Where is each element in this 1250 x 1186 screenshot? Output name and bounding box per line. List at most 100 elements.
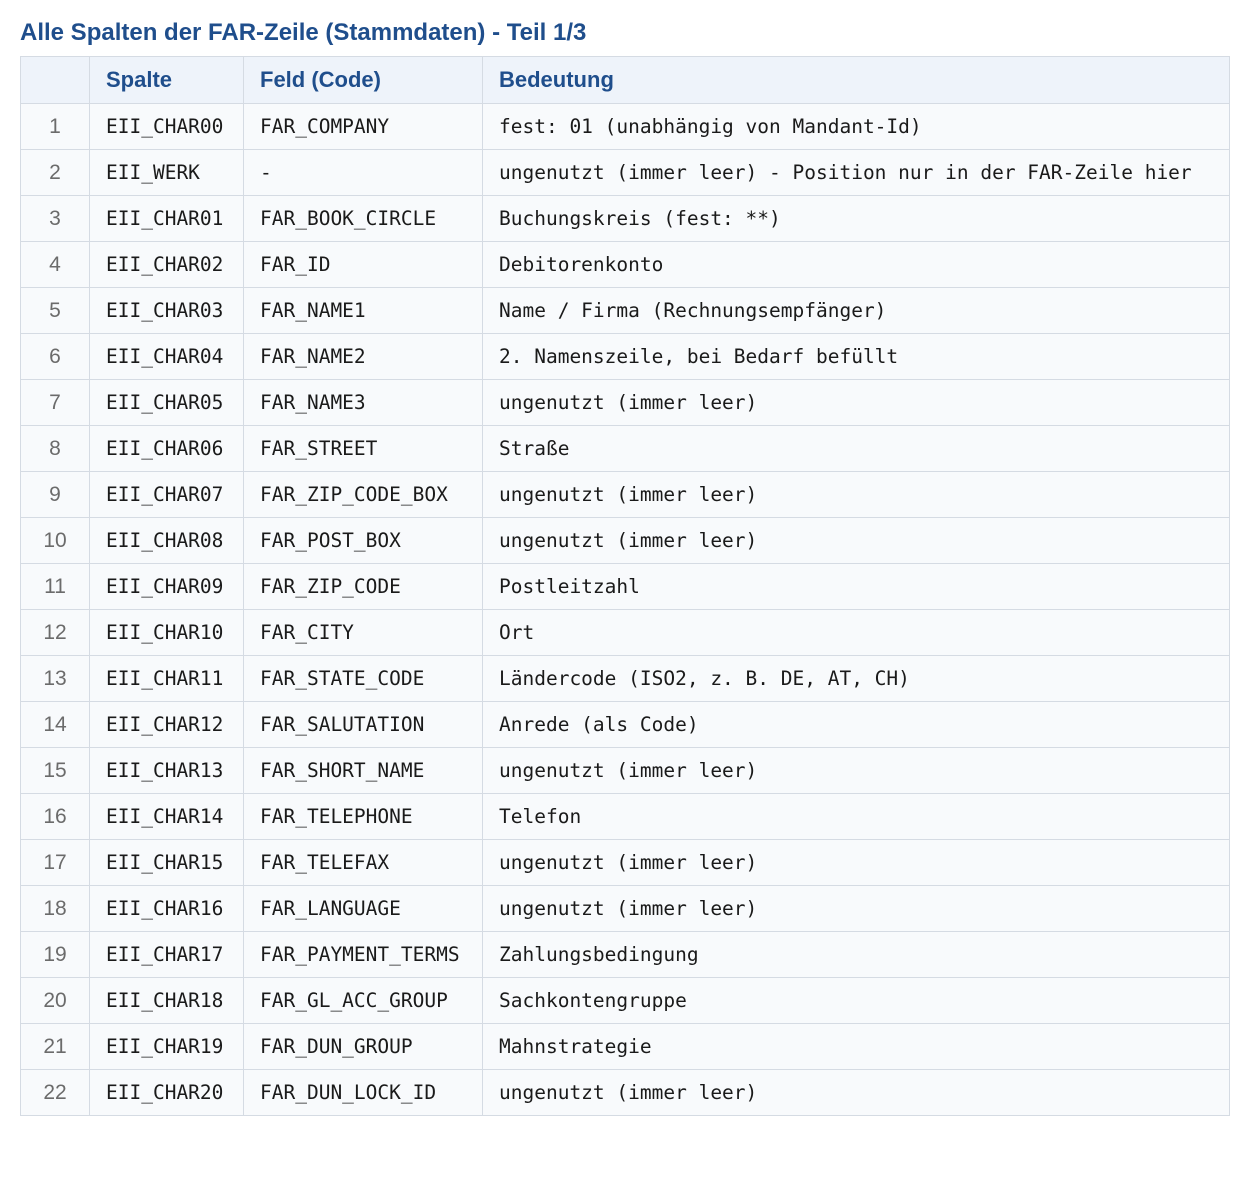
table-row: 9 EII_CHAR07 FAR_ZIP_CODE_BOX ungenutzt (im… (20, 471, 1230, 518)
row-number: 8 (20, 425, 90, 472)
cell-spalte: EII_CHAR11 (89, 655, 244, 702)
table-row: 4 EII_CHAR02 FAR_ID Debitorenkonto (20, 241, 1230, 288)
table-row: 8 EII_CHAR06 FAR_STREET Straße (20, 425, 1230, 472)
row-number: 1 (20, 103, 90, 150)
cell-bedeutung: ungenutzt (immer leer) - Position nur in… (482, 149, 1230, 196)
cell-bedeutung: ungenutzt (immer leer) (482, 885, 1230, 932)
row-number: 6 (20, 333, 90, 380)
row-number: 20 (20, 977, 90, 1024)
row-number: 3 (20, 195, 90, 242)
cell-feld: FAR_TELEPHONE (243, 793, 483, 840)
cell-spalte: EII_CHAR00 (89, 103, 244, 150)
cell-feld: FAR_ID (243, 241, 483, 288)
row-number: 13 (20, 655, 90, 702)
cell-feld: FAR_SALUTATION (243, 701, 483, 748)
cell-spalte: EII_CHAR04 (89, 333, 244, 380)
cell-spalte: EII_CHAR18 (89, 977, 244, 1024)
cell-bedeutung: Telefon (482, 793, 1230, 840)
header-spalte: Spalte (89, 56, 244, 104)
table-row: 20 EII_CHAR18 FAR_GL_ACC_GROUP Sachkontengr… (20, 977, 1230, 1024)
cell-feld: FAR_SHORT_NAME (243, 747, 483, 794)
table-row: 13 EII_CHAR11 FAR_STATE_CODE Ländercode (IS… (20, 655, 1230, 702)
table-row: 12 EII_CHAR10 FAR_CITY Ort (20, 609, 1230, 656)
cell-feld: FAR_ZIP_CODE (243, 563, 483, 610)
cell-spalte: EII_WERK (89, 149, 244, 196)
cell-feld: FAR_DUN_LOCK_ID (243, 1069, 483, 1116)
cell-spalte: EII_CHAR20 (89, 1069, 244, 1116)
cell-feld: FAR_CITY (243, 609, 483, 656)
table-row: 1 EII_CHAR00 FAR_COMPANY fest: 01 (unabhäng… (20, 103, 1230, 150)
table-row: 19 EII_CHAR17 FAR_PAYMENT_TERMS Zahlungsbed… (20, 931, 1230, 978)
row-number: 17 (20, 839, 90, 886)
cell-bedeutung: Postleitzahl (482, 563, 1230, 610)
row-number: 12 (20, 609, 90, 656)
row-number: 2 (20, 149, 90, 196)
cell-spalte: EII_CHAR12 (89, 701, 244, 748)
cell-feld: FAR_ZIP_CODE_BOX (243, 471, 483, 518)
table-row: 18 EII_CHAR16 FAR_LANGUAGE ungenutzt (immer… (20, 885, 1230, 932)
page-title: Alle Spalten der FAR-Zeile (Stammdaten) … (20, 19, 587, 46)
cell-bedeutung: Zahlungsbedingung (482, 931, 1230, 978)
row-number: 22 (20, 1069, 90, 1116)
row-number: 14 (20, 701, 90, 748)
cell-spalte: EII_CHAR19 (89, 1023, 244, 1070)
table-row: 11 EII_CHAR09 FAR_ZIP_CODE Postleitzahl (20, 563, 1230, 610)
table-row: 16 EII_CHAR14 FAR_TELEPHONE Telefon (20, 793, 1230, 840)
cell-bedeutung: Sachkontengruppe (482, 977, 1230, 1024)
cell-feld: FAR_TELEFAX (243, 839, 483, 886)
row-number: 11 (20, 563, 90, 610)
row-number: 15 (20, 747, 90, 794)
cell-feld: FAR_COMPANY (243, 103, 483, 150)
row-number: 19 (20, 931, 90, 978)
cell-spalte: EII_CHAR14 (89, 793, 244, 840)
cell-spalte: EII_CHAR16 (89, 885, 244, 932)
cell-spalte: EII_CHAR10 (89, 609, 244, 656)
row-number: 18 (20, 885, 90, 932)
header-bedeutung: Bedeutung (482, 56, 1230, 104)
cell-spalte: EII_CHAR13 (89, 747, 244, 794)
cell-spalte: EII_CHAR03 (89, 287, 244, 334)
cell-feld: FAR_BOOK_CIRCLE (243, 195, 483, 242)
row-number: 16 (20, 793, 90, 840)
cell-spalte: EII_CHAR08 (89, 517, 244, 564)
cell-spalte: EII_CHAR15 (89, 839, 244, 886)
table-row: 6 EII_CHAR04 FAR_NAME2 2. Namenszeile, bei … (20, 333, 1230, 380)
table-row: 21 EII_CHAR19 FAR_DUN_GROUP Mahnstrategie (20, 1023, 1230, 1070)
cell-feld: FAR_DUN_GROUP (243, 1023, 483, 1070)
cell-bedeutung: ungenutzt (immer leer) (482, 471, 1230, 518)
cell-bedeutung: Debitorenkonto (482, 241, 1230, 288)
cell-feld: FAR_NAME1 (243, 287, 483, 334)
cell-feld: FAR_NAME3 (243, 379, 483, 426)
cell-feld: FAR_STATE_CODE (243, 655, 483, 702)
header-feld: Feld (Code) (243, 56, 483, 104)
far-columns-table: Spalte Feld (Code) Bedeutung 1 EII_CHAR00… (20, 56, 1230, 1116)
cell-spalte: EII_CHAR01 (89, 195, 244, 242)
header-row-number (20, 56, 90, 104)
cell-bedeutung: 2. Namenszeile, bei Bedarf befüllt (482, 333, 1230, 380)
cell-bedeutung: ungenutzt (immer leer) (482, 379, 1230, 426)
cell-feld: FAR_GL_ACC_GROUP (243, 977, 483, 1024)
table-row: 5 EII_CHAR03 FAR_NAME1 Name / Firma (Rechnu… (20, 287, 1230, 334)
cell-feld: FAR_PAYMENT_TERMS (243, 931, 483, 978)
table-body: 1 EII_CHAR00 FAR_COMPANY fest: 01 (unabhäng… (20, 103, 1230, 1116)
cell-spalte: EII_CHAR09 (89, 563, 244, 610)
cell-bedeutung: Buchungskreis (fest: **) (482, 195, 1230, 242)
row-number: 10 (20, 517, 90, 564)
cell-feld: FAR_STREET (243, 425, 483, 472)
cell-bedeutung: Ort (482, 609, 1230, 656)
row-number: 21 (20, 1023, 90, 1070)
cell-feld: FAR_POST_BOX (243, 517, 483, 564)
cell-bedeutung: ungenutzt (immer leer) (482, 747, 1230, 794)
cell-bedeutung: ungenutzt (immer leer) (482, 839, 1230, 886)
table-row: 14 EII_CHAR12 FAR_SALUTATION Anrede (als Co… (20, 701, 1230, 748)
cell-bedeutung: ungenutzt (immer leer) (482, 517, 1230, 564)
table-row: 15 EII_CHAR13 FAR_SHORT_NAME ungenutzt (imm… (20, 747, 1230, 794)
table-header-row: Spalte Feld (Code) Bedeutung (20, 56, 1230, 104)
row-number: 4 (20, 241, 90, 288)
cell-spalte: EII_CHAR06 (89, 425, 244, 472)
cell-feld: FAR_NAME2 (243, 333, 483, 380)
table-row: 2 EII_WERK - ungenutzt (immer leer) - Posit… (20, 149, 1230, 196)
cell-bedeutung: Ländercode (ISO2, z. B. DE, AT, CH) (482, 655, 1230, 702)
cell-bedeutung: Straße (482, 425, 1230, 472)
cell-bedeutung: fest: 01 (unabhängig von Mandant-Id) (482, 103, 1230, 150)
